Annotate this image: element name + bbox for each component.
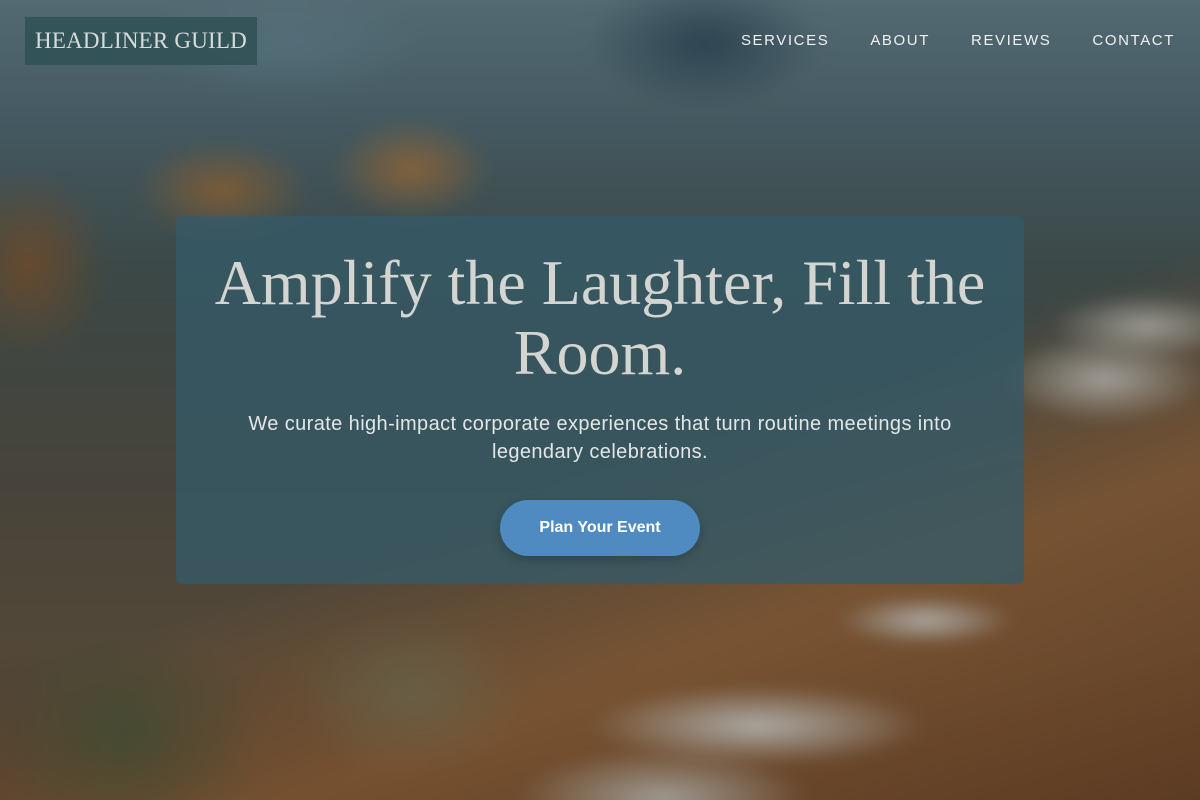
hero-subtext: We curate high-impact corporate experien… [248, 413, 952, 463]
top-navigation: HEADLINER GUILD SERVICES ABOUT REVIEWS C… [0, 0, 1200, 82]
hero-section: HEADLINER GUILD SERVICES ABOUT REVIEWS C… [0, 0, 1200, 800]
nav-link-contact[interactable]: CONTACT [1092, 32, 1175, 49]
nav-links: SERVICES ABOUT REVIEWS CONTACT [741, 32, 1175, 49]
nav-link-reviews[interactable]: REVIEWS [971, 32, 1051, 49]
nav-link-services[interactable]: SERVICES [741, 32, 829, 49]
hero-headline: Amplify the Laughter, Fill the Room. [214, 247, 986, 388]
plan-your-event-button[interactable]: Plan Your Event [500, 500, 700, 556]
hero-card: Amplify the Laughter, Fill the Room. We … [176, 216, 1024, 584]
site-logo[interactable]: HEADLINER GUILD [25, 17, 257, 65]
nav-link-about[interactable]: ABOUT [870, 32, 930, 49]
